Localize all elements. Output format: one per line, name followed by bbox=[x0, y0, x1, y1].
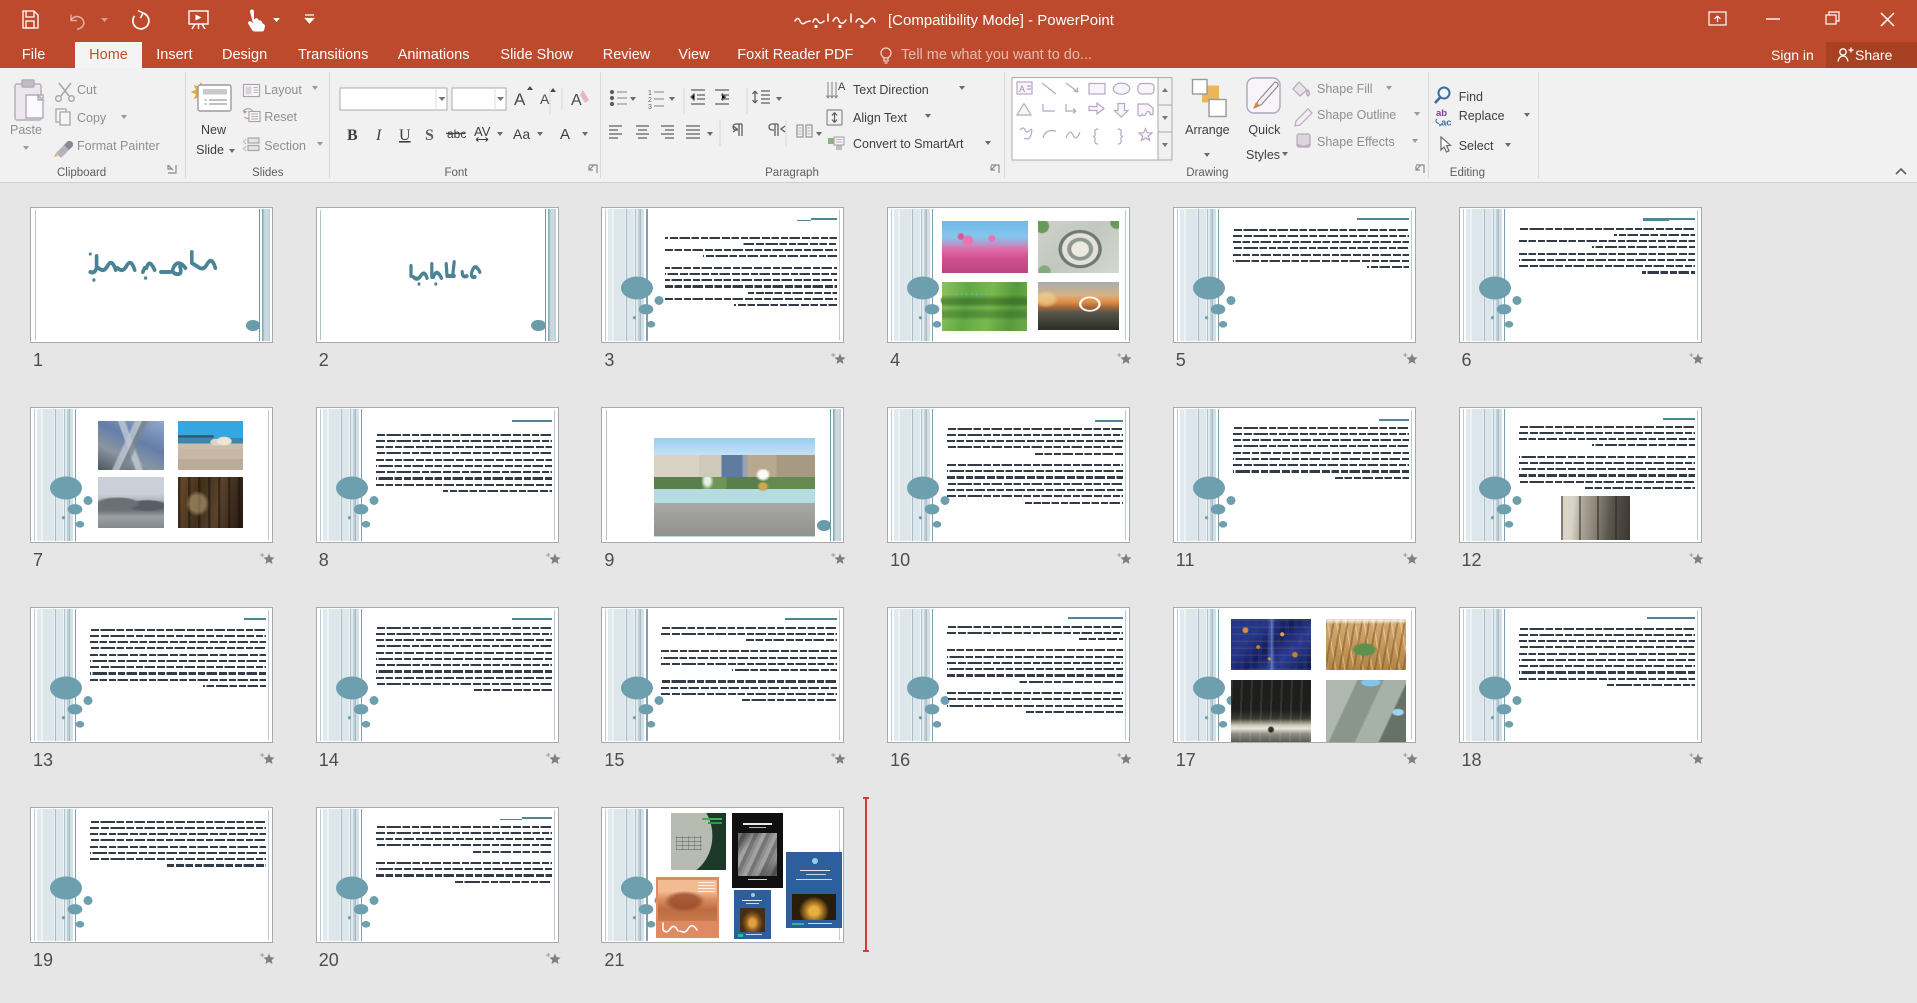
svg-text:U: U bbox=[399, 127, 411, 144]
svg-text:A: A bbox=[838, 81, 846, 93]
svg-text:A: A bbox=[514, 90, 526, 109]
svg-text:A: A bbox=[560, 126, 570, 143]
svg-text:ac: ac bbox=[1441, 118, 1452, 129]
svg-text:AV: AV bbox=[474, 124, 491, 139]
svg-text:2: 2 bbox=[648, 97, 652, 104]
svg-text:A: A bbox=[1019, 84, 1025, 94]
svg-text:S: S bbox=[425, 127, 434, 144]
svg-text:A: A bbox=[540, 91, 550, 107]
svg-text:Aa: Aa bbox=[513, 126, 530, 142]
svg-text:I: I bbox=[375, 127, 382, 144]
svg-text:1: 1 bbox=[648, 90, 652, 97]
svg-text:3: 3 bbox=[648, 104, 652, 111]
svg-text:B: B bbox=[347, 127, 358, 144]
